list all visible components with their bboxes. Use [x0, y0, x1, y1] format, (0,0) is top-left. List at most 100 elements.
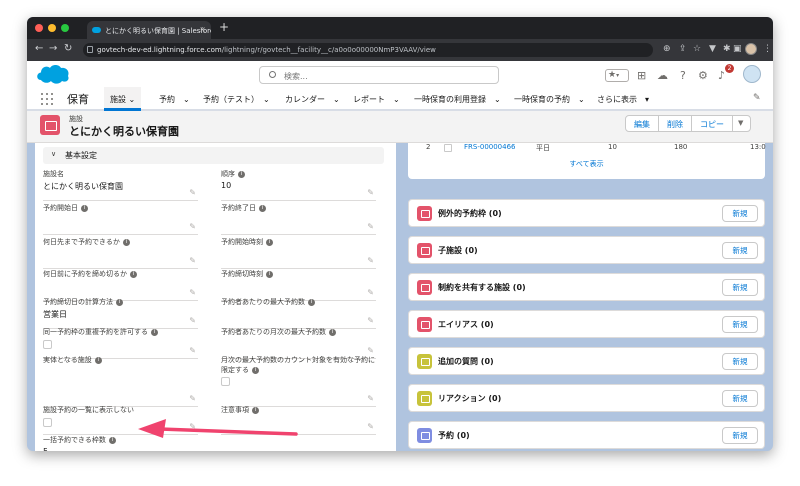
related-list-title[interactable]: リアクション (0)	[438, 393, 501, 404]
zoom-icon[interactable]: ⊕	[663, 44, 671, 54]
notification-bell-icon[interactable]: ♪	[718, 69, 725, 82]
new-button[interactable]: 新規	[722, 353, 758, 370]
inline-edit-pencil-icon[interactable]: ✎	[367, 422, 374, 431]
user-avatar[interactable]	[743, 65, 761, 83]
nav-item-more[interactable]: さらに表示 ▾	[597, 94, 649, 105]
inline-edit-pencil-icon[interactable]: ✎	[367, 256, 374, 265]
new-button[interactable]: 新規	[722, 279, 758, 296]
new-button[interactable]: 新規	[722, 390, 758, 407]
info-icon[interactable]: i	[130, 270, 137, 278]
global-actions-icon[interactable]: ⊞	[637, 69, 646, 82]
inline-edit-pencil-icon[interactable]: ✎	[367, 346, 374, 355]
new-button[interactable]: 新規	[722, 427, 758, 444]
chevron-down-icon[interactable]: ⌄	[129, 95, 136, 104]
forward-arrow-icon[interactable]: →	[49, 43, 57, 54]
inline-edit-pencil-icon[interactable]: ✎	[189, 346, 196, 355]
more-actions-chevron-icon[interactable]: ▼	[733, 116, 750, 131]
info-icon[interactable]: i	[108, 436, 116, 444]
nav-item-reservation-test[interactable]: 予約（テスト） ⌄	[203, 94, 270, 105]
info-icon[interactable]: i	[266, 270, 273, 278]
new-button[interactable]: 新規	[722, 316, 758, 333]
info-icon[interactable]: i	[259, 204, 266, 212]
info-icon[interactable]: i	[266, 238, 273, 246]
browser-tab[interactable]: とにかく明るい保育園 | Salesforce ×	[87, 21, 211, 39]
info-icon[interactable]: i	[122, 238, 130, 246]
tab-close-button[interactable]: ×	[199, 25, 206, 34]
chevron-down-icon[interactable]: ⌄	[578, 95, 585, 104]
checkbox[interactable]	[43, 418, 52, 427]
info-icon[interactable]: i	[116, 298, 123, 306]
record-link[interactable]: FRS-00000466	[464, 143, 516, 151]
share-icon[interactable]: ⇪	[679, 44, 687, 54]
chevron-down-icon[interactable]: ⌄	[494, 95, 501, 104]
info-icon[interactable]: i	[329, 328, 336, 336]
minimize-window-button[interactable]	[48, 24, 56, 32]
reload-icon[interactable]: ↻	[64, 43, 72, 54]
inline-edit-pencil-icon[interactable]: ✎	[189, 394, 196, 403]
app-launcher-icon[interactable]	[41, 93, 53, 105]
inline-edit-pencil-icon[interactable]: ✎	[189, 422, 196, 431]
salesforce-logo[interactable]	[35, 62, 71, 86]
info-icon[interactable]: i	[252, 366, 259, 374]
inline-edit-pencil-icon[interactable]: ✎	[367, 316, 374, 325]
chevron-down-icon[interactable]: ⌄	[263, 95, 270, 104]
inline-edit-pencil-icon[interactable]: ✎	[367, 288, 374, 297]
browser-profile-avatar[interactable]	[745, 43, 757, 55]
puzzle-icon[interactable]: ✱	[723, 44, 731, 54]
new-button[interactable]: 新規	[722, 205, 758, 222]
close-window-button[interactable]	[35, 24, 43, 32]
nav-item-reports[interactable]: レポート ⌄	[353, 94, 400, 105]
info-icon[interactable]: i	[238, 170, 245, 178]
setup-gear-icon[interactable]: ⚙	[698, 69, 708, 82]
chevron-down-icon[interactable]: ⌄	[183, 95, 190, 104]
section-header[interactable]: ∨ 基本設定	[43, 147, 384, 164]
inline-edit-pencil-icon[interactable]: ✎	[189, 188, 196, 197]
nav-item-reservation[interactable]: 予約 ⌄	[159, 94, 190, 105]
inline-edit-pencil-icon[interactable]: ✎	[367, 222, 374, 231]
info-icon[interactable]: i	[81, 204, 88, 212]
inline-edit-pencil-icon[interactable]: ✎	[189, 288, 196, 297]
nav-item-facility[interactable]: 施設 ⌄	[104, 87, 142, 111]
related-list-title[interactable]: 追加の質問 (0)	[438, 356, 494, 367]
related-list-title[interactable]: 予約 (0)	[438, 430, 470, 441]
extension-icon[interactable]: ▼	[709, 44, 716, 54]
related-list-title[interactable]: 子施設 (0)	[438, 245, 478, 256]
favorites-button[interactable]: ★▾	[605, 69, 629, 82]
see-all-link[interactable]: すべて表示	[408, 159, 765, 169]
inline-edit-pencil-icon[interactable]: ✎	[189, 256, 196, 265]
inline-edit-pencil-icon[interactable]: ✎	[189, 222, 196, 231]
chevron-down-icon[interactable]: ⌄	[393, 95, 400, 104]
info-icon[interactable]: i	[151, 328, 158, 336]
clone-button[interactable]: コピー	[692, 116, 733, 131]
trailhead-icon[interactable]: ☁	[657, 69, 668, 82]
related-list-title[interactable]: 制約を共有する施設 (0)	[438, 282, 526, 293]
chevron-down-icon[interactable]: ⌄	[333, 95, 340, 104]
edit-button[interactable]: 編集	[626, 116, 659, 131]
related-list-title[interactable]: エイリアス (0)	[438, 319, 494, 330]
row-checkbox[interactable]	[444, 144, 452, 152]
new-button[interactable]: 新規	[722, 242, 758, 259]
delete-button[interactable]: 削除	[659, 116, 692, 131]
maximize-window-button[interactable]	[61, 24, 69, 32]
checkbox[interactable]	[221, 377, 230, 386]
caret-down-icon[interactable]: ▾	[645, 95, 649, 104]
checkbox[interactable]	[43, 340, 52, 349]
nav-item-temp-reservation[interactable]: 一時保育の予約 ⌄	[514, 94, 585, 105]
info-icon[interactable]: i	[94, 356, 102, 364]
inline-edit-pencil-icon[interactable]: ✎	[367, 188, 374, 197]
info-icon[interactable]: i	[252, 406, 259, 414]
inline-edit-pencil-icon[interactable]: ✎	[189, 316, 196, 325]
global-search-input[interactable]: 検索...	[259, 66, 499, 84]
sidebar-icon[interactable]: ▣	[733, 44, 742, 54]
new-tab-button[interactable]: +	[219, 20, 229, 34]
back-arrow-icon[interactable]: ←	[35, 43, 43, 54]
help-icon[interactable]: ?	[680, 69, 686, 82]
url-field[interactable]: govtech-dev-ed.lightning.force.com/light…	[83, 43, 653, 57]
edit-nav-pencil-icon[interactable]: ✎	[753, 93, 761, 103]
inline-edit-pencil-icon[interactable]: ✎	[367, 394, 374, 403]
nav-item-temp-registration[interactable]: 一時保育の利用登録 ⌄	[414, 94, 501, 105]
bookmark-star-icon[interactable]: ☆	[693, 44, 701, 54]
related-list-title[interactable]: 例外的予約枠 (0)	[438, 208, 502, 219]
nav-item-calendar[interactable]: カレンダー ⌄	[285, 94, 340, 105]
browser-menu-icon[interactable]: ⋮	[763, 44, 772, 54]
